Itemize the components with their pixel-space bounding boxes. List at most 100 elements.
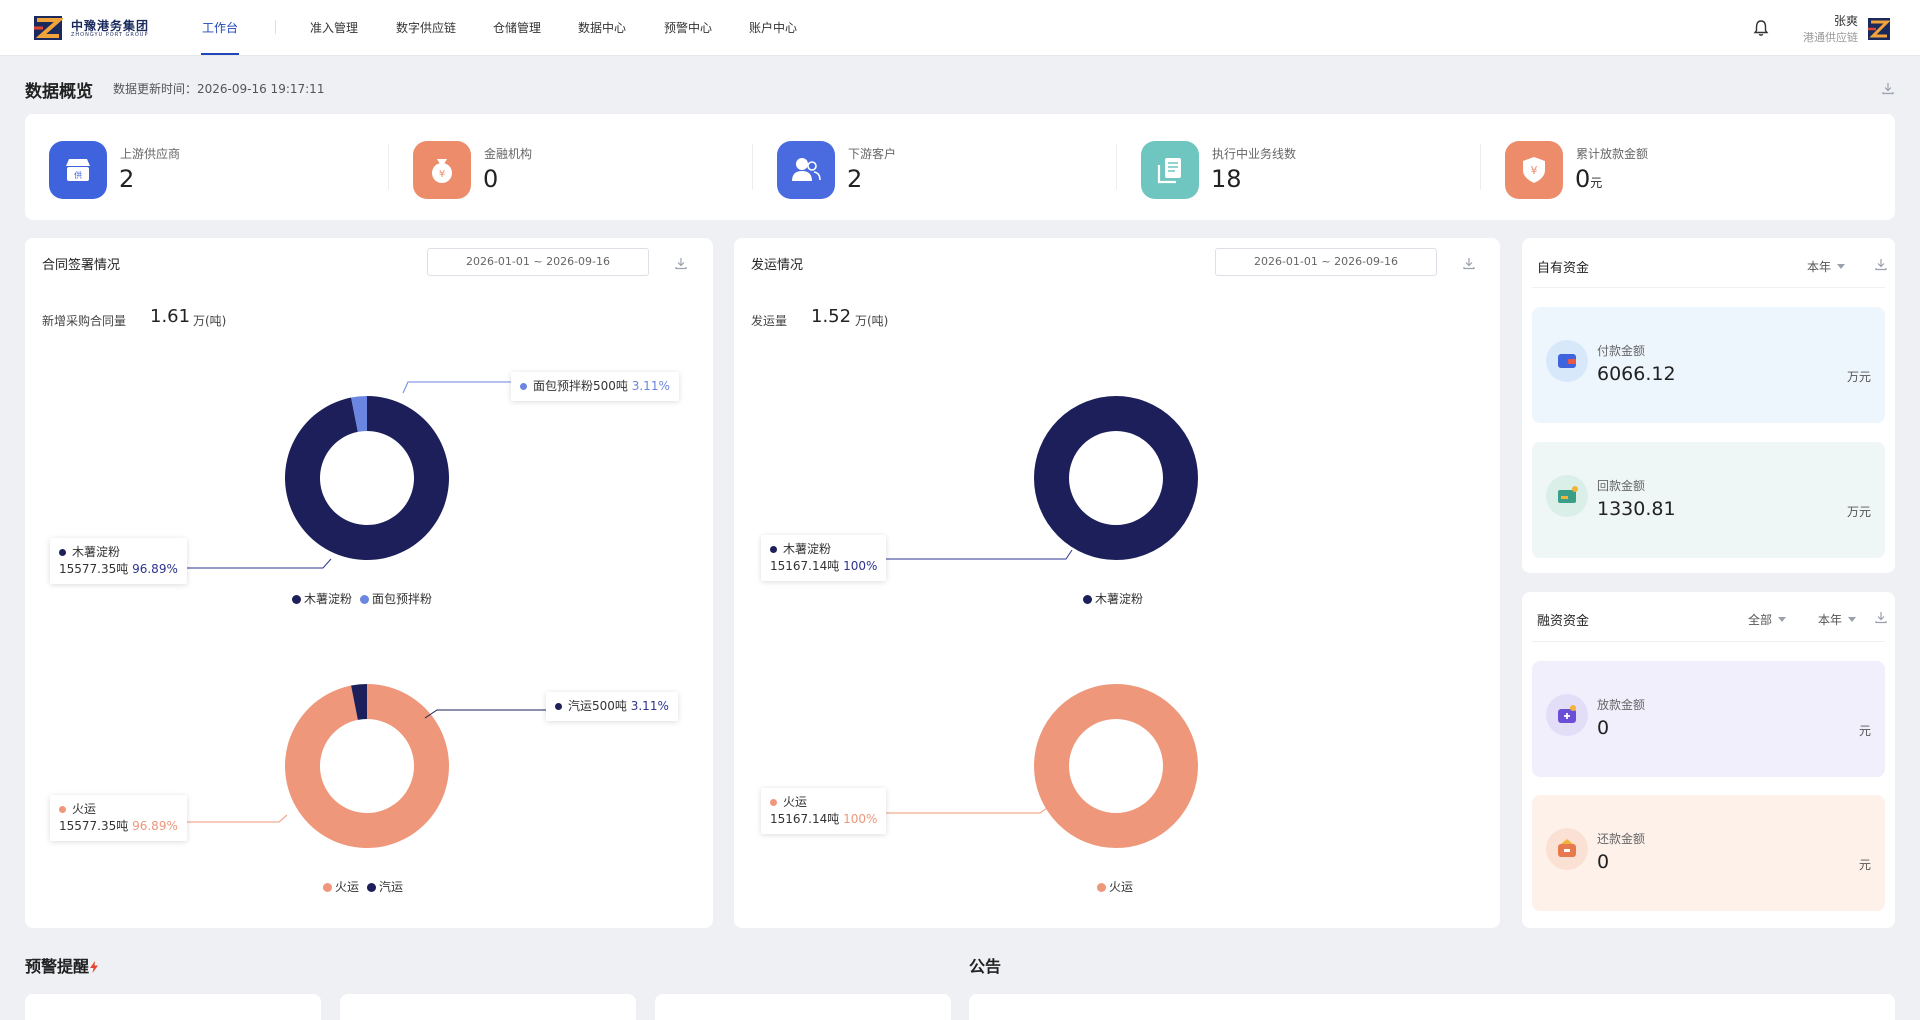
divider xyxy=(1532,641,1885,642)
callout-name: 木薯淀粉 xyxy=(72,545,121,559)
stat-financial-institutions[interactable]: ¥ 金融机构 0 xyxy=(389,114,753,220)
own-funds-period-select[interactable]: 本年 xyxy=(1807,258,1846,275)
fund-label: 还款金额 xyxy=(1597,832,1646,846)
download-icon[interactable] xyxy=(1874,610,1888,624)
slice-callout: 面包预拌粉500吨 3.11% xyxy=(511,372,679,401)
legend-item[interactable]: 木薯淀粉 xyxy=(292,590,352,607)
legend-item[interactable]: 火运 xyxy=(1097,878,1133,895)
leader-line xyxy=(424,709,548,719)
svg-text:供: 供 xyxy=(74,170,82,180)
select-value: 全部 xyxy=(1748,613,1773,627)
users-icon xyxy=(792,158,821,181)
select-value: 本年 xyxy=(1807,260,1832,274)
legend-item[interactable]: 火运 xyxy=(323,878,359,895)
legend-item[interactable]: 面包预拌粉 xyxy=(360,590,432,607)
download-icon[interactable] xyxy=(1874,257,1888,271)
top-header: 中豫港务集团 ZHONGYU PORT GROUP 工作台 准入管理 数字供应链… xyxy=(0,0,1920,56)
warning-card[interactable] xyxy=(340,994,636,1020)
company-logo[interactable]: 中豫港务集团 ZHONGYU PORT GROUP xyxy=(33,14,148,42)
stat-value: 2 xyxy=(847,165,863,193)
stat-active-business-lines[interactable]: 执行中业务线数 18 xyxy=(1117,114,1481,220)
legend-label: 木薯淀粉 xyxy=(1095,592,1144,606)
leader-line xyxy=(181,814,288,823)
chart-legend: 木薯淀粉 xyxy=(1083,590,1151,607)
stat-icon-wrap: ¥ xyxy=(413,141,471,199)
callout-label: 面包预拌粉500吨 xyxy=(533,379,628,393)
callout-dot xyxy=(520,383,527,390)
chart-legend: 火运 汽运 xyxy=(323,878,411,895)
nav-warehouse-management[interactable]: 仓储管理 xyxy=(493,19,541,36)
legend-label: 汽运 xyxy=(379,880,404,894)
nav-separator xyxy=(275,20,276,34)
legend-dot xyxy=(292,595,301,604)
callout-label: 15167.14吨 xyxy=(770,812,840,826)
repayment-amount-card[interactable]: 还款金额 0 元 xyxy=(1532,795,1885,911)
fund-value: 6066.12 xyxy=(1597,363,1676,385)
nav-access-management[interactable]: 准入管理 xyxy=(310,19,358,36)
callout-name: 火运 xyxy=(72,802,97,816)
callout-percent: 3.11% xyxy=(630,699,669,713)
stat-upstream-suppliers[interactable]: 供 上游供应商 2 xyxy=(25,114,389,220)
stat-icon-wrap xyxy=(777,141,835,199)
payment-amount-card[interactable]: 付款金额 6066.12 万元 xyxy=(1532,307,1885,423)
legend-item[interactable]: 汽运 xyxy=(367,878,403,895)
user-name[interactable]: 张爽 xyxy=(1834,12,1858,29)
card-icon xyxy=(1558,486,1578,503)
stat-value: 18 xyxy=(1211,165,1242,193)
nav-warning-center[interactable]: 预警中心 xyxy=(664,19,712,36)
donut-slice[interactable] xyxy=(285,684,450,848)
callout-dot xyxy=(59,806,66,813)
caret-down-icon xyxy=(1778,617,1787,622)
stat-label: 上游供应商 xyxy=(120,147,181,161)
callout-label: 15577.35吨 xyxy=(59,562,129,576)
repay-wallet-icon xyxy=(1558,839,1576,857)
collection-amount-card[interactable]: 回款金额 1330.81 万元 xyxy=(1532,442,1885,558)
donut-slice[interactable] xyxy=(1034,684,1198,848)
nav-workbench[interactable]: 工作台 xyxy=(202,19,238,36)
callout-dot xyxy=(770,799,777,806)
stat-cumulative-loans[interactable]: ¥ 累计放款金额 0元 xyxy=(1481,114,1845,220)
callout-percent: 3.11% xyxy=(631,379,670,393)
legend-label: 面包预拌粉 xyxy=(372,592,433,606)
svg-text:¥: ¥ xyxy=(439,169,445,180)
financing-period-select[interactable]: 本年 xyxy=(1818,611,1857,628)
warning-card[interactable] xyxy=(25,994,321,1020)
fund-icon-wrap xyxy=(1546,475,1588,517)
warnings-title: 预警提醒 xyxy=(25,953,99,977)
callout-label: 汽运500吨 xyxy=(568,699,627,713)
store-icon: 供 xyxy=(66,159,90,181)
overview-stats-card: 供 上游供应商 2 ¥ 金融机构 0 下游客户 2 执行中业务线数 18 ¥ 累… xyxy=(25,114,1895,220)
data-update-time: 数据更新时间：2026-09-16 19:17:11 xyxy=(113,82,325,96)
donut-slice[interactable] xyxy=(1034,396,1198,560)
overview-title: 数据概览 xyxy=(25,82,93,102)
select-value: 本年 xyxy=(1818,613,1843,627)
leader-line xyxy=(877,549,1073,560)
notices-title: 公告 xyxy=(969,957,1002,976)
nav-data-center[interactable]: 数据中心 xyxy=(578,19,626,36)
nav-active-underline xyxy=(201,53,239,55)
bell-icon[interactable] xyxy=(1752,19,1770,37)
slice-callout: 木薯淀粉 15577.35吨 96.89% xyxy=(50,538,187,584)
stat-icon-wrap xyxy=(1141,141,1199,199)
stat-icon-wrap: ¥ xyxy=(1505,141,1563,199)
stat-downstream-customers[interactable]: 下游客户 2 xyxy=(753,114,1117,220)
warning-card[interactable] xyxy=(655,994,951,1020)
callout-label: 15167.14吨 xyxy=(770,559,840,573)
lightning-icon xyxy=(90,961,99,973)
financing-scope-select[interactable]: 全部 xyxy=(1748,611,1787,628)
fund-unit: 元 xyxy=(1858,724,1871,738)
nav-account-center[interactable]: 账户中心 xyxy=(749,19,797,36)
callout-dot xyxy=(770,546,777,553)
wallet-icon xyxy=(1558,354,1576,368)
loan-amount-card[interactable]: 放款金额 0 元 xyxy=(1532,661,1885,777)
legend-dot xyxy=(1097,883,1106,892)
callout-percent: 100% xyxy=(843,812,878,826)
legend-dot xyxy=(360,595,370,604)
warnings-title-text: 预警提醒 xyxy=(25,957,90,976)
leader-line xyxy=(181,558,332,569)
loan-wallet-icon xyxy=(1558,705,1576,723)
avatar[interactable] xyxy=(1868,18,1890,40)
legend-item[interactable]: 木薯淀粉 xyxy=(1083,590,1143,607)
download-icon[interactable] xyxy=(1881,81,1895,95)
nav-digital-supply-chain[interactable]: 数字供应链 xyxy=(396,19,456,36)
